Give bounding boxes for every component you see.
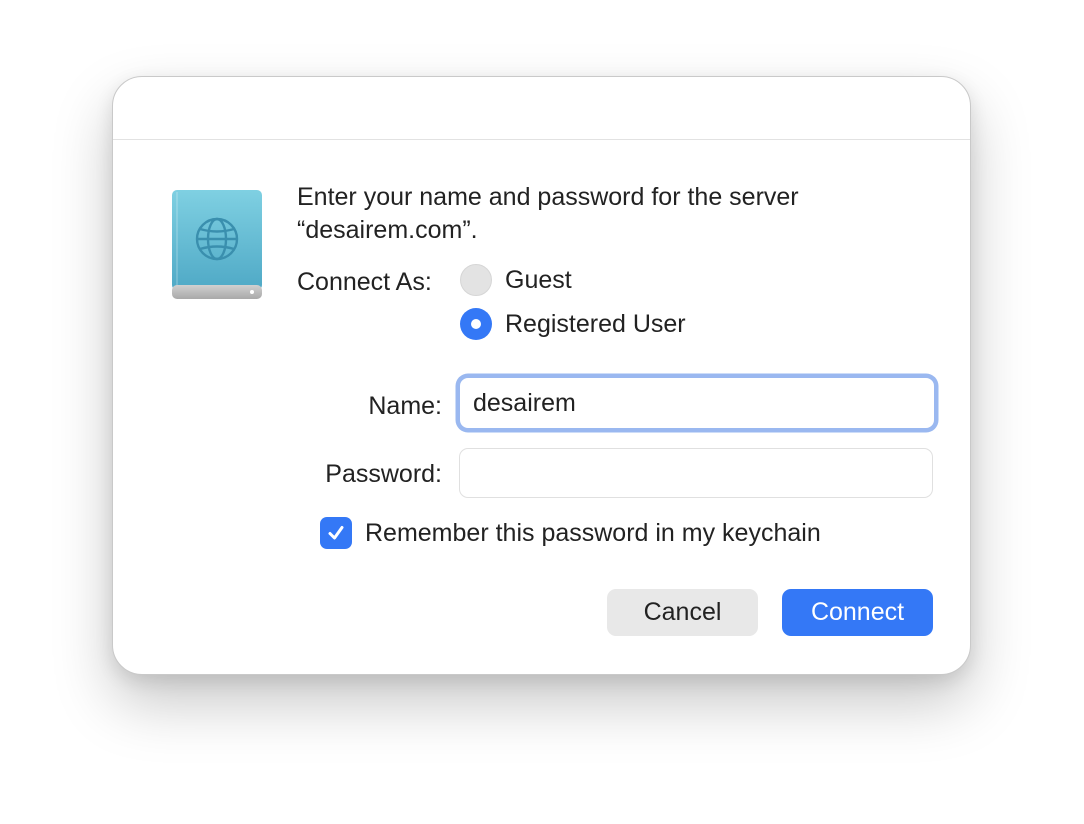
radio-guest-label: Guest: [505, 266, 572, 294]
radio-button-guest[interactable]: [460, 264, 492, 296]
desktop-background: Enter your name and password for the ser…: [0, 0, 1084, 824]
prompt-line-1: Enter your name and password for the ser…: [297, 183, 799, 211]
password-field[interactable]: [459, 448, 933, 498]
radio-registered-user[interactable]: Registered User: [460, 308, 686, 340]
name-field[interactable]: [459, 377, 935, 429]
connect-button[interactable]: Connect: [782, 589, 933, 636]
radio-guest[interactable]: Guest: [460, 264, 572, 296]
remember-password-checkbox-row[interactable]: Remember this password in my keychain: [320, 517, 821, 549]
checkmark-icon: [328, 526, 344, 540]
network-server-globe-icon: [172, 190, 262, 300]
connect-as-label: Connect As:: [297, 268, 432, 296]
name-label: Name:: [368, 392, 442, 420]
prompt-line-2: “desairem.com”.: [297, 216, 478, 244]
remember-password-label: Remember this password in my keychain: [365, 519, 821, 547]
remember-password-checkbox[interactable]: [320, 517, 352, 549]
radio-button-registered-user[interactable]: [460, 308, 492, 340]
radio-registered-user-label: Registered User: [505, 310, 686, 338]
connect-to-server-dialog: Enter your name and password for the ser…: [112, 76, 971, 675]
cancel-button[interactable]: Cancel: [607, 589, 758, 636]
server-prompt: Enter your name and password for the ser…: [297, 181, 917, 247]
dialog-titlebar: [113, 77, 970, 140]
password-label: Password:: [325, 460, 442, 488]
